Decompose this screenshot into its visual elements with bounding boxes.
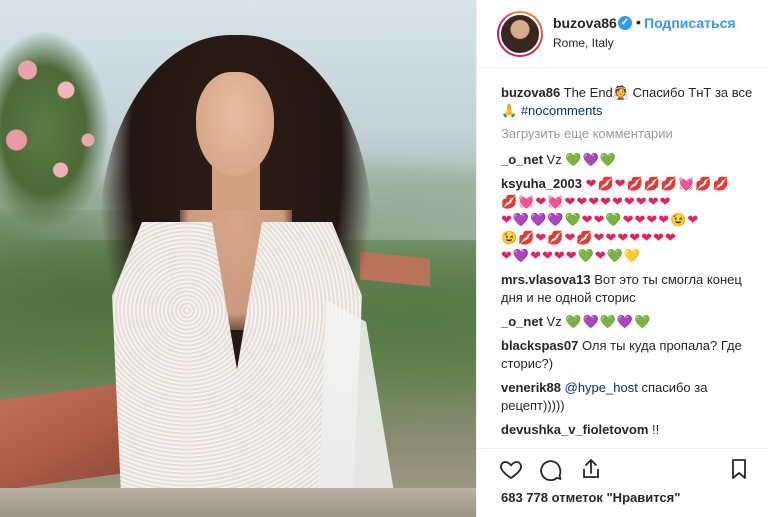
comment-emoji: 💚💜💚 [565, 152, 617, 167]
comment-emoji: 😉💋❤💋❤💋❤❤❤❤❤❤❤ [501, 230, 677, 245]
caption-hashtag[interactable]: #nocomments [521, 103, 603, 118]
comment: blackspas07 Оля ты куда пропала? Где сто… [501, 337, 753, 373]
load-more-comments-button[interactable]: Загрузить еще комментарии [501, 126, 753, 141]
photo-flowers [0, 30, 110, 230]
comment-text: !! [652, 422, 660, 437]
post-username[interactable]: buzova86 [553, 15, 617, 31]
post-header: buzova86 ✓ • Подписаться Rome, Italy [477, 0, 768, 68]
comment-mention[interactable]: @hype_host [565, 380, 638, 395]
likes-text: 683 778 отметок "Нравится" [501, 490, 681, 505]
comment: _o_net Vz 💚💜💚💜💚 [501, 313, 753, 331]
comment-icon[interactable] [539, 457, 563, 481]
comment-text: Vz [546, 314, 562, 329]
comment-emoji: ❤💜💜💜💚❤❤💚❤❤❤❤😉❤ [501, 212, 700, 227]
comment-username[interactable]: venerik88 [501, 380, 561, 395]
heart-icon[interactable] [499, 457, 523, 481]
bookmark-icon[interactable] [727, 457, 751, 481]
comment-username[interactable]: _o_net [501, 314, 543, 329]
caption-username[interactable]: buzova86 [501, 85, 560, 100]
photo-face [196, 72, 274, 176]
comments-list[interactable]: buzova86 The End👰 Спасибо ТнТ за все 🙏 #… [477, 68, 768, 448]
verified-badge-icon: ✓ [618, 16, 632, 30]
comment: mrs.vlasova13 Вот это ты смогла конец дн… [501, 271, 753, 307]
comment-username[interactable]: ksyuha_2003 [501, 176, 582, 191]
action-bar [477, 448, 768, 488]
comment: devushka_v_fioletovom !! [501, 421, 753, 439]
comment-emoji: ❤💜❤❤❤❤💚❤💚💛 [501, 248, 642, 263]
comment-emoji: 💚💜💚💜💚 [565, 314, 652, 329]
avatar[interactable] [497, 11, 543, 57]
post-photo[interactable] [0, 0, 476, 517]
comment-emoji: ❤💋❤💋💋💋💓💋💋 [585, 176, 730, 191]
comment-text: Vz [546, 152, 562, 167]
post-location[interactable]: Rome, Italy [553, 36, 614, 50]
comment-username[interactable]: _o_net [501, 152, 543, 167]
comment: ksyuha_2003 ❤💋❤💋💋💋💓💋💋 💋💓❤💓❤❤❤❤❤❤❤❤❤ ❤💜💜💜… [501, 175, 753, 265]
comment-emoji: 💋💓❤💓❤❤❤❤❤❤❤❤❤ [501, 194, 672, 209]
comment-username[interactable]: blackspas07 [501, 338, 578, 353]
follow-button[interactable]: Подписаться [644, 15, 736, 31]
comment: venerik88 @hype_host спасибо за рецепт))… [501, 379, 753, 415]
likes-count[interactable]: 683 778 отметок "Нравится" [501, 490, 680, 505]
comment-username[interactable]: devushka_v_fioletovom [501, 422, 648, 437]
photo-ledge [0, 488, 476, 517]
comment-username[interactable]: mrs.vlasova13 [501, 272, 591, 287]
caption: buzova86 The End👰 Спасибо ТнТ за все 🙏 #… [501, 84, 753, 120]
post-sidebar: buzova86 ✓ • Подписаться Rome, Italy buz… [476, 0, 768, 517]
share-icon[interactable] [579, 457, 603, 481]
separator-dot: • [636, 14, 641, 30]
comment: _o_net Vz 💚💜💚 [501, 151, 753, 169]
avatar-image [499, 13, 541, 55]
